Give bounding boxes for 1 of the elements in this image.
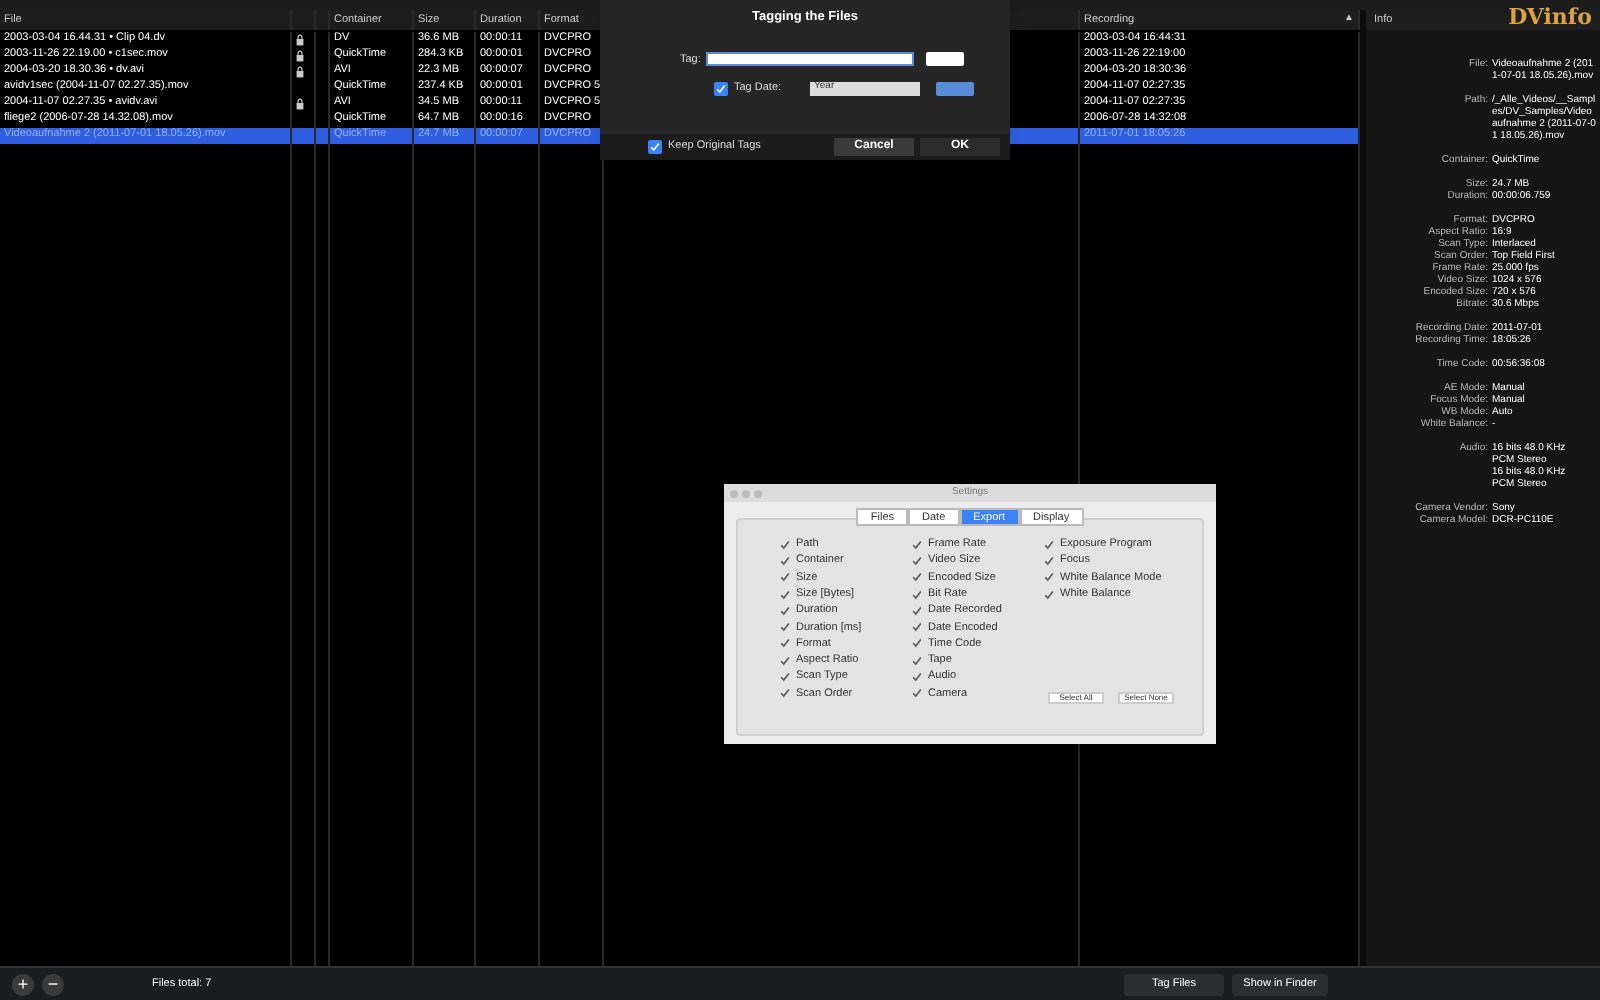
- app-logo: DVinfo: [1508, 6, 1592, 28]
